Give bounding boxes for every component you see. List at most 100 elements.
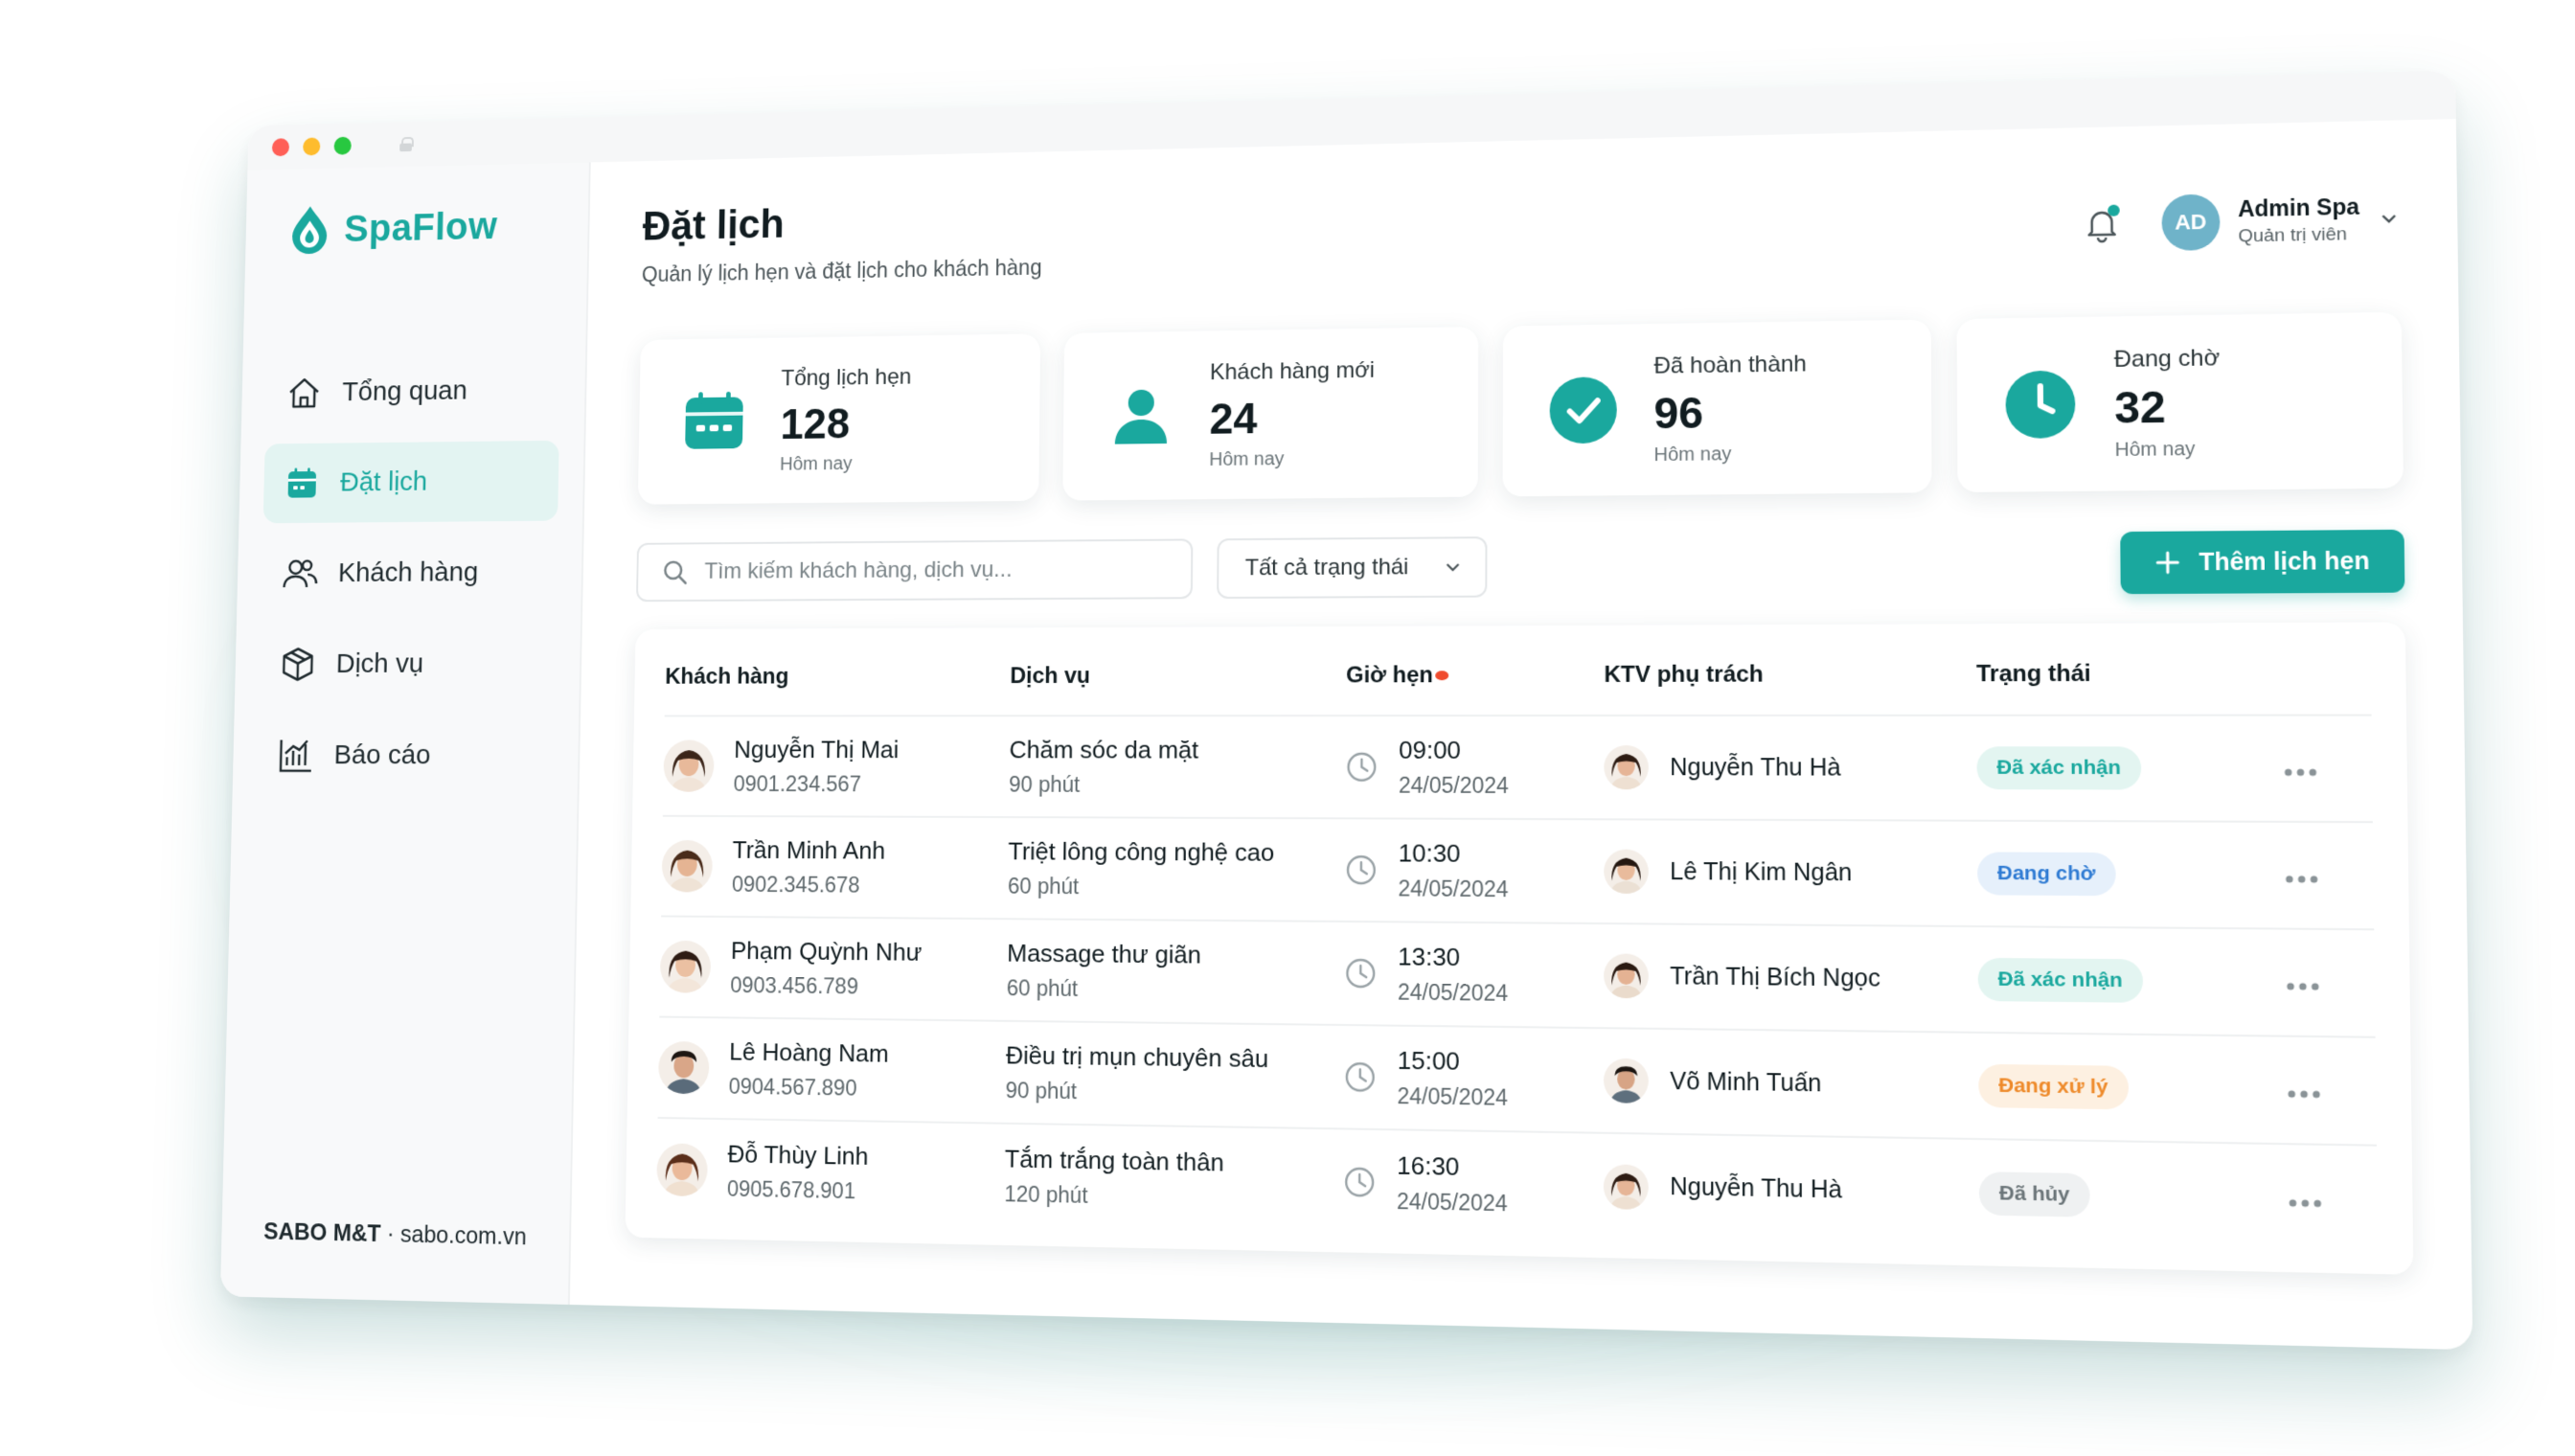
more-actions-button[interactable] (2232, 1180, 2378, 1217)
customer-cell: Lê Hoàng Nam 0904.567.890 (657, 1016, 1007, 1124)
column-header-technician[interactable]: KTV phụ trách (1604, 633, 1977, 716)
stat-label: Đã hoàn thành (1653, 350, 1807, 379)
service-cell: Massage thư giãn 60 phút (1006, 919, 1345, 1026)
chart-icon (276, 736, 315, 776)
sidebar-item-services[interactable]: Dịch vụ (259, 624, 556, 705)
close-window-button[interactable] (271, 138, 290, 157)
add-appointment-button[interactable]: Thêm lịch hẹn (2120, 529, 2405, 595)
maximize-window-button[interactable] (333, 136, 352, 155)
status-filter-select[interactable]: Tất cả trạng thái (1217, 536, 1488, 600)
service-duration: 120 phút (1004, 1180, 1088, 1208)
more-actions-button[interactable] (2228, 752, 2373, 785)
clock-icon (1345, 853, 1378, 886)
sidebar-item-booking[interactable]: Đặt lịch (262, 440, 559, 524)
service-cell: Chăm sóc da mặt 90 phút (1008, 716, 1346, 819)
column-header-service[interactable]: Dịch vụ (1009, 635, 1347, 717)
sidebar-item-label: Dịch vụ (335, 648, 424, 679)
more-actions-button[interactable] (2230, 965, 2375, 1000)
sidebar-item-label: Khách hàng (337, 557, 479, 588)
page-title: Đặt lịch (642, 201, 786, 250)
column-header-status[interactable]: Trạng thái (1975, 632, 2228, 716)
stat-sub: Hôm nay (1209, 447, 1285, 470)
customer-avatar (657, 1040, 710, 1095)
customer-name[interactable]: Phạm Quỳnh Như (731, 937, 923, 967)
stat-card-waiting: Đang chờ 32 Hôm nay (1956, 311, 2404, 492)
technician-cell: Nguyễn Thu Hà (1604, 715, 1977, 821)
technician-avatar (1604, 953, 1649, 999)
technician-cell: Trần Thị Bích Ngọc (1604, 923, 1979, 1033)
technician-cell: Nguyễn Thu Hà (1603, 1133, 1979, 1246)
column-header-time[interactable]: Giờ hẹn (1345, 634, 1605, 717)
sidebar-item-overview[interactable]: Tổng quan (265, 350, 561, 433)
time-cell: 13:30 24/05/2024 (1344, 921, 1605, 1029)
main-content: Đặt lịch Quản lý lịch hẹn và đặt lịch ch… (570, 119, 2473, 1350)
appointment-date: 24/05/2024 (1397, 1188, 1508, 1216)
sidebar-footer: SABO M&T · sabo.com.vn (263, 1218, 527, 1251)
appointment-date: 24/05/2024 (1398, 772, 1509, 798)
service-cell: Điều trị mụn chuyên sâu 90 phút (1005, 1020, 1345, 1129)
toolbar: Tất cả trạng thái Thêm lịch hẹn (636, 529, 2405, 603)
sort-indicator-icon (1434, 671, 1448, 681)
more-horizontal-icon (2284, 768, 2316, 776)
clock-icon (1344, 957, 1377, 990)
time-cell: 15:00 24/05/2024 (1343, 1025, 1605, 1133)
users-icon (281, 554, 320, 594)
table-row[interactable]: Nguyễn Thị Mai 0901.234.567 Chăm sóc da … (662, 715, 2373, 823)
appointment-time: 15:00 (1397, 1045, 1460, 1076)
stat-card-completed: Đã hoàn thành 96 Hôm nay (1502, 319, 1932, 497)
clock-icon (1343, 1165, 1376, 1198)
appointment-date: 24/05/2024 (1397, 1082, 1509, 1110)
customer-name[interactable]: Đỗ Thùy Linh (727, 1139, 868, 1171)
customer-cell: Phạm Quỳnh Như 0903.456.789 (659, 916, 1008, 1021)
check-circle-icon (1549, 376, 1617, 444)
technician-avatar (1603, 1163, 1649, 1210)
customer-name[interactable]: Lê Hoàng Nam (729, 1037, 889, 1069)
search-input[interactable] (704, 556, 1180, 585)
sidebar-item-reports[interactable]: Báo cáo (257, 716, 554, 797)
status-badge: Đang xử lý (1978, 1063, 2129, 1110)
customer-photo-icon (663, 739, 715, 792)
sidebar-item-label: Báo cáo (333, 739, 431, 770)
technician-photo-icon (1604, 1058, 1649, 1103)
stat-value: 128 (780, 398, 851, 448)
table-row[interactable]: Trần Minh Anh 0902.345.678 Triệt lông cô… (661, 815, 2375, 930)
sidebar-item-customers[interactable]: Khách hàng (261, 532, 557, 614)
customer-photo-icon (657, 1040, 710, 1095)
status-cell: Đã xác nhận (1977, 926, 2231, 1036)
stat-sub: Hôm nay (2114, 438, 2196, 461)
more-actions-button[interactable] (2229, 858, 2374, 893)
time-cell: 10:30 24/05/2024 (1344, 818, 1605, 924)
chevron-down-icon (1444, 557, 1463, 577)
column-header-actions (2226, 631, 2372, 716)
app-window: SpaFlow Tổng quan Đặt lịch Khách hàng Dị… (219, 70, 2473, 1351)
technician-photo-icon (1604, 849, 1649, 895)
customer-avatar (661, 839, 714, 893)
customer-name[interactable]: Trần Minh Anh (732, 835, 885, 865)
service-cell: Tắm trắng toàn thân 120 phút (1004, 1124, 1343, 1233)
status-cell: Đã hủy (1978, 1139, 2233, 1251)
service-duration: 90 phút (1009, 771, 1081, 797)
appointments-table: Khách hàng Dịch vụ Giờ hẹn KTV phụ trách… (656, 631, 2379, 1254)
customer-photo-icon (659, 940, 712, 993)
search-box[interactable] (636, 538, 1194, 603)
stat-label: Tổng lịch hẹn (781, 363, 912, 391)
technician-name: Lê Thị Kim Ngân (1670, 857, 1853, 886)
app-logo[interactable]: SpaFlow (269, 199, 563, 256)
footer-site[interactable]: sabo.com.vn (400, 1221, 527, 1250)
lock-icon (399, 137, 412, 151)
stat-value: 96 (1653, 387, 1704, 438)
more-actions-button[interactable] (2231, 1072, 2376, 1108)
technician-photo-icon (1603, 1163, 1649, 1210)
plus-icon (2154, 550, 2181, 576)
customer-name[interactable]: Nguyễn Thị Mai (734, 736, 899, 764)
customer-avatar (663, 739, 715, 792)
more-horizontal-icon (2289, 1198, 2321, 1207)
appointments-table-card: Khách hàng Dịch vụ Giờ hẹn KTV phụ trách… (625, 622, 2414, 1275)
column-header-customer[interactable]: Khách hàng (664, 637, 1011, 717)
customer-cell: Trần Minh Anh 0902.345.678 (661, 815, 1009, 920)
minimize-window-button[interactable] (303, 137, 321, 156)
user-menu[interactable]: AD Admin Spa Quản trị viên (2161, 190, 2401, 252)
status-cell: Đang xử lý (1978, 1032, 2232, 1144)
technician-cell: Lê Thị Kim Ngân (1604, 819, 1978, 927)
notification-button[interactable] (2082, 204, 2122, 244)
